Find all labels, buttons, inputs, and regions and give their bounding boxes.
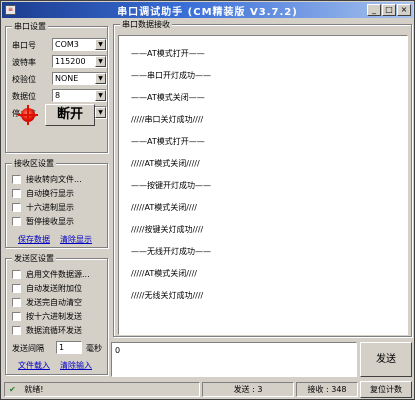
checkbox-box[interactable] — [12, 189, 21, 198]
close-button[interactable]: × — [397, 4, 411, 16]
window-title: 串口调试助手 (CM精装版 V3.7.2) — [117, 7, 298, 18]
checkbox-label: 十六进制显示 — [26, 203, 74, 212]
maximize-button[interactable]: □ — [382, 4, 396, 16]
checkbox-label: 启用文件数据源... — [26, 270, 90, 279]
chevron-down-icon[interactable]: ▼ — [95, 73, 106, 84]
receive-line: /////AT模式关闭//// — [131, 203, 197, 212]
status-text: 就绪! — [24, 385, 44, 394]
receive-line: /////AT模式关闭///// — [131, 159, 200, 168]
port-toggle-area: 断开 — [9, 104, 99, 128]
receive-textarea[interactable]: ——AT模式打开—— ——串口开灯成功—— ——AT模式关闭—— /////串口… — [118, 35, 408, 335]
file-load-link[interactable]: 文件载入 — [18, 360, 50, 371]
send-interval-input[interactable]: 1 — [56, 341, 82, 354]
parity-select[interactable]: NONE ▼ — [52, 72, 107, 85]
checkbox-label: 自动发送附加位 — [26, 284, 82, 293]
parity-value: NONE — [55, 74, 79, 83]
receive-line: ——AT模式打开—— — [131, 49, 205, 58]
baud-label: 波特率 — [12, 58, 36, 67]
receive-line: /////AT模式关闭//// — [131, 269, 197, 278]
main-window: ≡ 串口调试助手 (CM精装版 V3.7.2) _ □ × 串口设置 串口号 COM… — [0, 0, 415, 400]
status-bar: ✔ 就绪! 发送 : 3 接收 : 348 复位计数 — [2, 381, 413, 399]
checkbox-box[interactable] — [12, 326, 21, 335]
checkbox-box[interactable] — [12, 203, 21, 212]
checkbox-label: 发送完自动清空 — [26, 298, 82, 307]
send-interval-value: 1 — [59, 343, 65, 352]
send-settings-title: 发送区设置 — [12, 253, 56, 264]
send-input[interactable]: 0 — [111, 342, 357, 377]
received-count: 接收 : 348 — [296, 382, 358, 397]
port-status-lamp-icon — [18, 105, 38, 125]
checkbox-label: 接收转向文件... — [26, 175, 82, 184]
checkbox-label: 自动换行显示 — [26, 189, 74, 198]
receive-line: /////串口关灯成功//// — [131, 115, 204, 124]
checkbox-box[interactable] — [12, 217, 21, 226]
checkbox-box[interactable] — [12, 175, 21, 184]
checkbox-label: 暂停接收显示 — [26, 217, 74, 226]
receive-line: /////无线关灯成功//// — [131, 291, 204, 300]
databits-row: 数据位 8 ▼ — [12, 89, 108, 103]
serial-settings-title: 串口设置 — [12, 21, 48, 32]
chevron-down-icon[interactable]: ▼ — [95, 39, 106, 50]
receive-area-title: 串口数据接收 — [120, 19, 172, 30]
send-button[interactable]: 发送 — [360, 342, 412, 377]
databits-value: 8 — [55, 91, 61, 100]
checkbox-box[interactable] — [12, 298, 21, 307]
save-data-link[interactable]: 保存数据 — [18, 234, 50, 245]
status-ok-icon: ✔ — [9, 385, 16, 394]
sent-count: 发送 : 3 — [202, 382, 294, 397]
checkbox-box[interactable] — [12, 312, 21, 321]
receive-line: ——无线开灯成功—— — [131, 247, 211, 256]
checkbox-box[interactable] — [12, 284, 21, 293]
checkbox-label: 数据流循环发送 — [26, 326, 82, 335]
chevron-down-icon[interactable]: ▼ — [95, 90, 106, 101]
databits-label: 数据位 — [12, 92, 36, 101]
clear-display-link[interactable]: 清除显示 — [60, 234, 92, 245]
checkbox-label: 按十六进制发送 — [26, 312, 82, 321]
receive-line: ——AT模式关闭—— — [131, 93, 205, 102]
receive-line: ——按键开灯成功—— — [131, 181, 211, 190]
receive-settings-title: 接收区设置 — [12, 158, 56, 169]
baud-select[interactable]: 115200 ▼ — [52, 55, 107, 68]
send-settings-group: 发送区设置 启用文件数据源... 自动发送附加位 发送完自动清空 按十六进制发送… — [5, 253, 108, 375]
receive-line: ——AT模式打开—— — [131, 137, 205, 146]
baud-value: 115200 — [55, 57, 86, 66]
clear-input-link[interactable]: 清除输入 — [60, 360, 92, 371]
title-bar: ≡ 串口调试助手 (CM精装版 V3.7.2) _ □ × — [2, 2, 413, 18]
receive-line: /////按键关灯成功//// — [131, 225, 204, 234]
port-label: 串口号 — [12, 41, 36, 50]
checkbox-box[interactable] — [12, 270, 21, 279]
serial-settings-group: 串口设置 串口号 COM3 ▼ 波特率 115200 ▼ 校验位 NONE ▼ … — [5, 21, 108, 153]
chevron-down-icon[interactable]: ▼ — [95, 56, 106, 67]
reset-count-button[interactable]: 复位计数 — [360, 381, 412, 398]
receive-area-group: 串口数据接收 ——AT模式打开—— ——串口开灯成功—— ——AT模式关闭—— … — [113, 19, 412, 337]
minimize-button[interactable]: _ — [367, 4, 381, 16]
send-interval-unit: 毫秒 — [86, 344, 102, 353]
parity-row: 校验位 NONE ▼ — [12, 72, 108, 86]
parity-label: 校验位 — [12, 75, 36, 84]
baud-row: 波特率 115200 ▼ — [12, 55, 108, 69]
port-select[interactable]: COM3 ▼ — [52, 38, 107, 51]
databits-select[interactable]: 8 ▼ — [52, 89, 107, 102]
receive-settings-group: 接收区设置 接收转向文件... 自动换行显示 十六进制显示 暂停接收显示 保存数… — [5, 158, 108, 248]
port-value: COM3 — [55, 40, 79, 49]
disconnect-button[interactable]: 断开 — [45, 104, 95, 126]
receive-line: ——串口开灯成功—— — [131, 71, 211, 80]
status-panel: ✔ 就绪! — [4, 382, 200, 397]
send-input-value: 0 — [115, 346, 121, 355]
port-row: 串口号 COM3 ▼ — [12, 38, 108, 52]
send-interval-label: 发送间隔 — [12, 344, 44, 353]
